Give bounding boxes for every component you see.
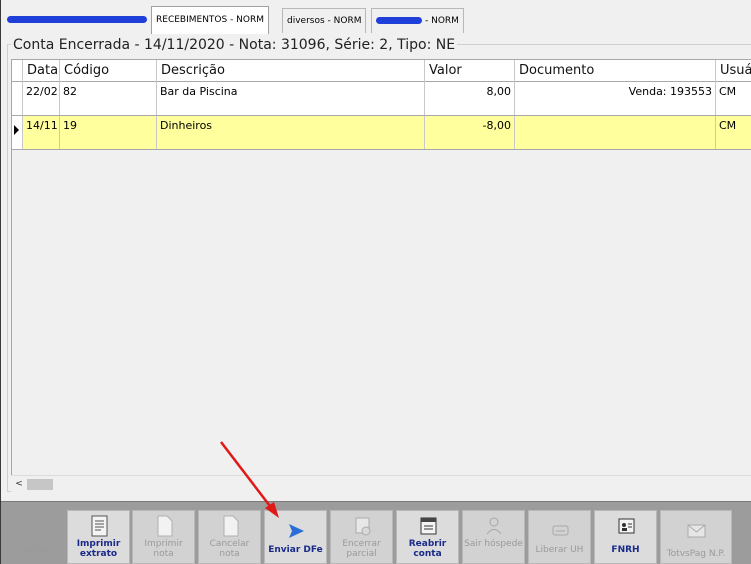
redacted-text bbox=[376, 17, 422, 24]
guest-registration-icon bbox=[618, 518, 635, 534]
grid-header: Data Código Descrição Valor Documento Us… bbox=[12, 59, 751, 82]
imprimir-nota-button[interactable]: Imprimir nota bbox=[132, 510, 195, 564]
button-label: TotvsPag N.P. bbox=[666, 549, 726, 559]
document-icon bbox=[157, 515, 173, 537]
envelope-icon bbox=[687, 524, 706, 538]
encerrar-parcial-button[interactable]: Encerrar parcial bbox=[330, 510, 393, 564]
cell-valor[interactable]: 8,00 bbox=[425, 82, 515, 115]
imprimir-extrato-button[interactable]: Imprimir extrato bbox=[67, 510, 130, 564]
cancelar-nota-button[interactable]: Cancelar nota bbox=[198, 510, 261, 564]
cell-documento[interactable]: Venda: 193553 bbox=[515, 82, 716, 115]
tab-label: RECEBIMENTOS - NORM bbox=[156, 15, 265, 25]
row-indicator bbox=[12, 82, 23, 115]
indicator-column-header bbox=[12, 60, 23, 82]
totvspag-button[interactable]: TotvsPag N.P. bbox=[660, 510, 732, 564]
scroll-left-button[interactable]: < bbox=[13, 478, 25, 490]
tab-diversos[interactable]: diversos - NORM bbox=[282, 8, 367, 33]
tab-label: diversos - NORM bbox=[287, 16, 362, 26]
button-label: Imprimir extrato bbox=[76, 539, 121, 559]
cell-valor[interactable]: -8,00 bbox=[425, 116, 515, 149]
col-documento[interactable]: Documento bbox=[515, 60, 716, 82]
send-icon bbox=[289, 524, 304, 538]
button-label: Enviar DFe bbox=[268, 545, 323, 555]
main-window: RECEBIMENTOS - NORM diversos - NORM - NO… bbox=[0, 0, 751, 564]
reopen-account-icon bbox=[420, 517, 437, 535]
tab-label: - NORM bbox=[425, 16, 459, 26]
button-label: Encerrar parcial bbox=[342, 539, 381, 559]
guest-exit-icon bbox=[486, 517, 502, 535]
release-room-icon bbox=[552, 525, 569, 536]
cell-codigo[interactable]: 82 bbox=[60, 82, 157, 115]
cell-codigo[interactable]: 19 bbox=[60, 116, 157, 149]
tab-norm[interactable]: - NORM bbox=[371, 8, 464, 33]
col-data[interactable]: Data bbox=[23, 60, 60, 82]
horizontal-scrollbar[interactable]: < bbox=[11, 475, 751, 492]
button-label: Imprimir nota bbox=[144, 539, 183, 559]
cell-data[interactable]: 14/11 bbox=[23, 116, 60, 149]
account-title: Conta Encerrada - 14/11/2020 - Nota: 310… bbox=[11, 37, 458, 53]
button-label: Sair hóspede bbox=[464, 539, 523, 549]
button-label: FNRH bbox=[611, 545, 640, 555]
lancar-button[interactable]: Lançar bbox=[3, 510, 66, 564]
button-label: Lançar bbox=[19, 545, 50, 555]
enviar-dfe-button[interactable]: Enviar DFe bbox=[264, 510, 327, 564]
row-indicator bbox=[12, 116, 23, 149]
col-descricao[interactable]: Descrição bbox=[157, 60, 425, 82]
sair-hospede-button[interactable]: Sair hóspede bbox=[462, 510, 525, 564]
entries-grid[interactable]: Data Código Descrição Valor Documento Us… bbox=[11, 59, 751, 477]
cell-descricao[interactable]: Dinheiros bbox=[157, 116, 425, 149]
tab-bar: RECEBIMENTOS - NORM diversos - NORM - NO… bbox=[1, 0, 751, 34]
cell-data[interactable]: 22/02 bbox=[23, 82, 60, 115]
print-statement-icon bbox=[91, 515, 108, 537]
col-usuario[interactable]: Usuár bbox=[716, 60, 751, 82]
button-label: Reabrir conta bbox=[408, 539, 447, 559]
table-row-selected[interactable]: 14/11 19 Dinheiros -8,00 CM bbox=[12, 116, 751, 150]
action-toolbar: Lançar Imprimir extrato Imprimir nota Ca… bbox=[1, 501, 751, 564]
col-codigo[interactable]: Código bbox=[60, 60, 157, 82]
redacted-text bbox=[7, 16, 147, 23]
reabrir-conta-button[interactable]: Reabrir conta bbox=[396, 510, 459, 564]
document-icon bbox=[223, 515, 239, 537]
liberar-uh-button[interactable]: Liberar UH bbox=[528, 510, 591, 564]
current-row-arrow-icon bbox=[14, 125, 19, 135]
cell-usuario[interactable]: CM bbox=[716, 116, 751, 149]
table-row[interactable]: 22/02 82 Bar da Piscina 8,00 Venda: 1935… bbox=[12, 82, 751, 116]
cell-documento[interactable] bbox=[515, 116, 716, 149]
cell-descricao[interactable]: Bar da Piscina bbox=[157, 82, 425, 115]
tab-recebimentos[interactable]: RECEBIMENTOS - NORM bbox=[151, 6, 270, 34]
col-valor[interactable]: Valor bbox=[425, 60, 515, 82]
scroll-thumb[interactable] bbox=[27, 479, 53, 490]
button-label: Liberar UH bbox=[535, 545, 584, 555]
close-partial-icon bbox=[355, 517, 371, 536]
fnrh-button[interactable]: FNRH bbox=[594, 510, 657, 564]
button-label: Cancelar nota bbox=[209, 539, 250, 559]
tab-redacted-1[interactable] bbox=[3, 8, 151, 33]
cell-usuario[interactable]: CM bbox=[716, 82, 751, 115]
